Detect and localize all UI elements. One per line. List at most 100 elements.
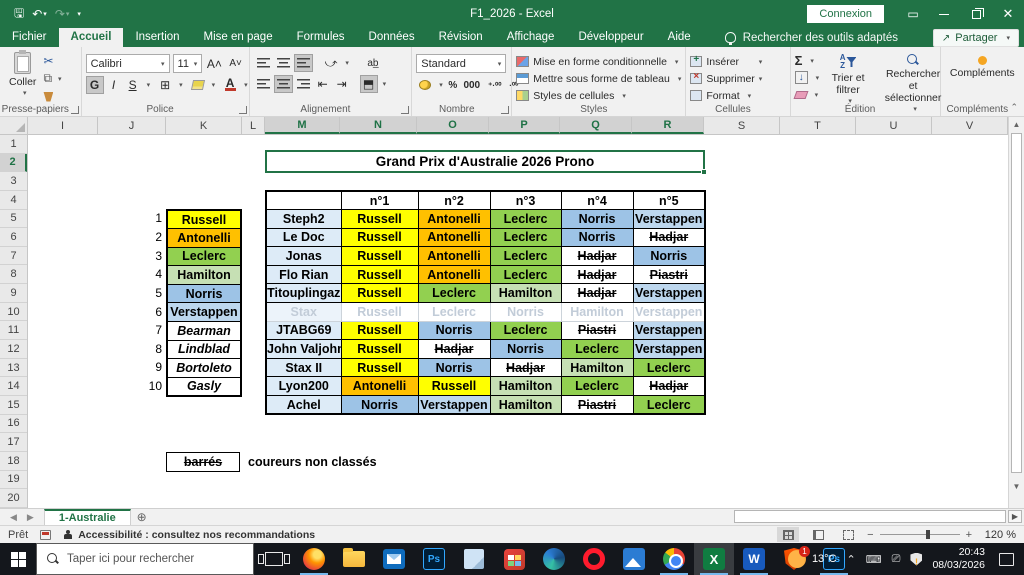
row-header-9[interactable]: 9 [0, 284, 27, 303]
pick-cell[interactable]: Antonelli [418, 247, 490, 266]
redo-icon[interactable]: ↷▾ [55, 7, 70, 21]
ranking-driver-cell[interactable]: Russell [167, 210, 241, 229]
taskbar-app-excel[interactable]: X [694, 543, 734, 575]
zoom-slider-thumb[interactable] [926, 530, 930, 539]
share-button[interactable]: ↗ Partager ▾ [933, 29, 1019, 47]
action-center-icon[interactable] [999, 553, 1014, 566]
chevron-down-icon[interactable]: ▾ [212, 81, 216, 89]
accounting-format-button[interactable] [416, 76, 434, 94]
dialog-launcher-icon[interactable] [501, 106, 509, 114]
row-header-16[interactable]: 16 [0, 415, 27, 434]
chevron-down-icon[interactable]: ▾ [383, 80, 387, 88]
ribbon-tab-mise-en-page[interactable]: Mise en page [192, 28, 285, 47]
player-name-cell[interactable]: John Valjohn [266, 340, 341, 359]
pick-cell[interactable]: Leclerc [490, 265, 561, 284]
ranking-driver-cell[interactable]: Norris [167, 284, 241, 303]
borders-button[interactable]: ⊞ [156, 76, 174, 94]
sheet-grid[interactable]: Grand Prix d'Australie 2026 Prono 123456… [28, 135, 1008, 508]
ranking-driver-cell[interactable]: Lindblad [167, 340, 241, 359]
align-bottom-button[interactable] [294, 54, 313, 72]
dialog-launcher-icon[interactable] [401, 106, 409, 114]
pick-cell[interactable]: Hadjar [633, 377, 705, 396]
view-page-layout-button[interactable] [807, 527, 829, 542]
pick-cell[interactable]: Antonelli [418, 228, 490, 247]
cut-button[interactable]: ✂ [41, 53, 63, 68]
pick-cell[interactable]: Leclerc [490, 321, 561, 340]
align-right-button[interactable] [294, 75, 313, 93]
pick-cell[interactable]: Norris [561, 210, 633, 229]
taskbar-app-store[interactable] [494, 543, 534, 575]
clock[interactable]: 20:43 08/03/2026 [932, 546, 985, 572]
font-color-button[interactable]: A [221, 76, 239, 94]
ribbon-tab-aide[interactable]: Aide [656, 28, 703, 47]
ribbon-tab-développeur[interactable]: Développeur [566, 28, 655, 47]
close-button[interactable]: ✕ [992, 0, 1024, 28]
dialog-launcher-icon[interactable] [71, 106, 79, 114]
autosum-button[interactable]: Σ▾ [795, 53, 820, 68]
player-name-cell[interactable]: Jonas [266, 247, 341, 266]
column-header-I[interactable]: I [28, 117, 98, 134]
pick-cell[interactable]: Russell [341, 358, 418, 377]
taskbar-app-opera[interactable] [574, 543, 614, 575]
ranking-driver-cell[interactable]: Leclerc [167, 247, 241, 266]
add-sheet-icon[interactable]: ⊕ [131, 509, 153, 525]
pick-cell[interactable]: Leclerc [418, 303, 490, 322]
horizontal-scrollbar[interactable] [734, 510, 1006, 523]
chevron-down-icon[interactable]: ▾ [179, 81, 183, 89]
taskbar-app-word[interactable]: W [734, 543, 774, 575]
column-header-U[interactable]: U [856, 117, 932, 134]
pick-cell[interactable]: Verstappen [633, 340, 705, 359]
pick-cell[interactable]: Norris [490, 303, 561, 322]
row-header-19[interactable]: 19 [0, 471, 27, 490]
ranking-driver-cell[interactable]: Verstappen [167, 303, 241, 322]
pick-cell[interactable]: Antonelli [418, 265, 490, 284]
decrease-indent-button[interactable]: ⇤ [314, 75, 332, 93]
vertical-scroll-thumb[interactable] [1011, 133, 1022, 473]
dialog-launcher-icon[interactable] [239, 106, 247, 114]
position-header-cell[interactable]: n°3 [490, 191, 561, 210]
column-header-M[interactable]: M [265, 117, 340, 134]
row-header-6[interactable]: 6 [0, 228, 27, 247]
pick-cell[interactable]: Piastri [561, 396, 633, 415]
taskbar-app-outlook[interactable] [374, 543, 414, 575]
task-view-button[interactable] [254, 543, 294, 575]
taskbar-app-photos[interactable] [614, 543, 654, 575]
pick-cell[interactable]: Hadjar [418, 340, 490, 359]
pen-device-icon[interactable]: ⌨ [866, 553, 882, 566]
taskbar-app-photoshop[interactable]: Ps [414, 543, 454, 575]
shrink-font-button[interactable]: A˅ [227, 55, 245, 73]
copy-button[interactable]: ⧉▾ [41, 71, 63, 86]
fill-color-button[interactable] [189, 76, 207, 94]
column-header-N[interactable]: N [340, 117, 417, 134]
wrap-text-button[interactable]: ab̲ [364, 54, 382, 72]
collapse-ribbon-icon[interactable]: ⌃ [1010, 102, 1018, 113]
column-header-L[interactable]: L [242, 117, 265, 134]
position-header-cell[interactable]: n°2 [418, 191, 490, 210]
player-header-cell[interactable] [266, 191, 341, 210]
ribbon-tab-fichier[interactable]: Fichier [0, 28, 59, 47]
tray-expand-icon[interactable]: ⌃ [847, 553, 856, 566]
view-normal-button[interactable] [777, 527, 799, 542]
pick-cell[interactable]: Russell [341, 321, 418, 340]
format-painter-button[interactable] [41, 89, 63, 104]
row-header-7[interactable]: 7 [0, 247, 27, 266]
format-cells-button[interactable]: Format▾ [690, 88, 762, 103]
column-header-R[interactable]: R [632, 117, 704, 134]
player-name-cell[interactable]: JTABG69 [266, 321, 341, 340]
row-header-20[interactable]: 20 [0, 489, 27, 508]
row-header-2[interactable]: 2 [0, 154, 27, 173]
restore-button[interactable] [960, 0, 992, 28]
tell-me-search[interactable]: Rechercher des outils adaptés [725, 28, 898, 47]
pick-cell[interactable]: Leclerc [490, 247, 561, 266]
pick-cell[interactable]: Hamilton [490, 284, 561, 303]
pick-cell[interactable]: Antonelli [418, 210, 490, 229]
ribbon-tab-révision[interactable]: Révision [427, 28, 495, 47]
pick-cell[interactable]: Hadjar [561, 265, 633, 284]
orientation-button[interactable]: ⤻ [322, 54, 341, 72]
sheet-tab-australie[interactable]: 1-Australie [44, 509, 131, 525]
font-size-select[interactable]: 11▾ [173, 54, 203, 73]
pick-cell[interactable]: Leclerc [418, 284, 490, 303]
position-header-cell[interactable]: n°5 [633, 191, 705, 210]
taskbar-app-firefox[interactable] [294, 543, 334, 575]
zoom-in-icon[interactable]: + [966, 529, 972, 541]
